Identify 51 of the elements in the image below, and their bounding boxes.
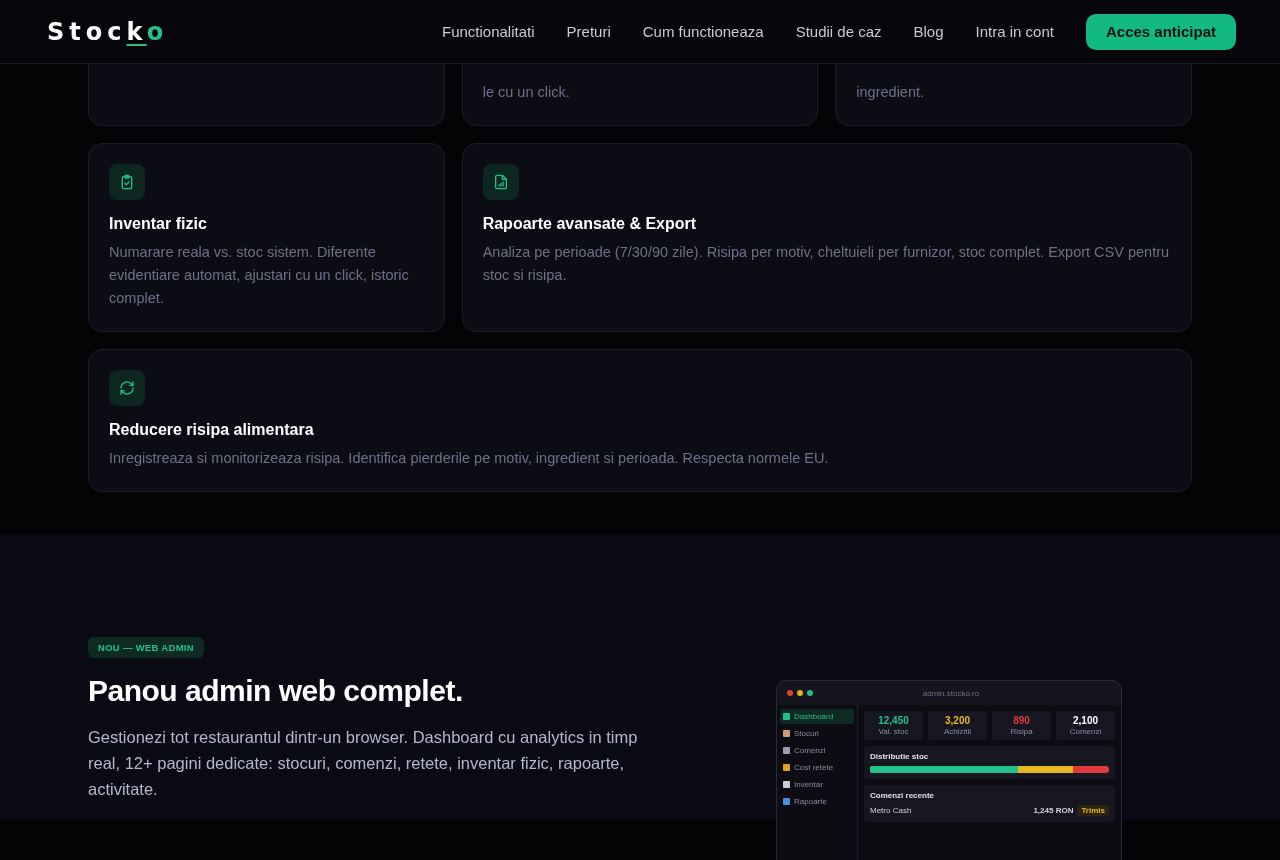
stat-value: 3,200: [945, 715, 970, 726]
feature-title: Inventar fizic: [109, 215, 208, 233]
feature-description: ingredient.: [856, 83, 926, 102]
feature-title: Rapoarte avansate & Export: [482, 215, 698, 233]
sidebar-label: Cost retete: [794, 763, 834, 772]
feature-description: le cu un click.: [482, 83, 571, 102]
sidebar-item[interactable]: Inventar: [780, 777, 854, 792]
stat-value: 2,100: [1073, 715, 1098, 726]
chart-document-icon: [492, 174, 509, 190]
stat-label: Comenzi: [1069, 727, 1102, 736]
window-dot-icon: [787, 690, 793, 696]
sidebar-item[interactable]: Cost retete: [780, 760, 854, 775]
sidebar-label: Comenzi: [794, 746, 826, 755]
nav-link[interactable]: Intra in cont: [975, 23, 1054, 40]
feature-description: Numarare reala vs. stoc sistem. Diferente evidentiare automat, ajustari cu un click, istoric complet.: [109, 243, 410, 308]
nav-link[interactable]: Studii de caz: [795, 23, 882, 40]
nav-link[interactable]: Blog: [913, 23, 944, 40]
order-amount: 1,245 RON: [1033, 806, 1074, 815]
feature-description: Analiza pe perioade (7/30/90 zile). Risipa per motiv, cheltuieli per furnizor, stoc complet. Export CSV pentru stoc si risipa.: [482, 243, 1171, 285]
sidebar-label: Stocuri: [794, 729, 819, 738]
url-text: admin.stocko.ro: [921, 688, 981, 698]
sidebar-item[interactable]: Dashboard: [780, 709, 854, 724]
status-badge: Trimis: [1077, 805, 1109, 816]
stat-label: Val. stoc: [878, 727, 909, 736]
section-description: Gestionezi tot restaurantul dintr-un browser. Dashboard cu analytics in timp real, 12+ pagini dedicate: stocuri, comenzi, retete, inventar fizic, rapoarte, activitate.: [88, 727, 639, 800]
sidebar-label: Inventar: [794, 780, 823, 789]
stat-label: Achizitii: [943, 727, 972, 736]
logo[interactable]: Stoc ko: [47, 17, 169, 46]
nav-link[interactable]: Preturi: [566, 23, 611, 40]
refresh-icon: [119, 380, 135, 396]
new-badge: NOU — WEB ADMIN: [88, 637, 204, 658]
clipboard-check-icon: [119, 174, 135, 190]
panel-title: Comenzi recente: [870, 791, 936, 800]
stat-label: Risipa: [1010, 727, 1033, 736]
section-title: Panou admin web complet.: [88, 674, 464, 708]
sidebar-item[interactable]: Stocuri: [780, 726, 854, 741]
stat-value: 890: [1013, 715, 1030, 726]
early-access-button[interactable]: Acces anticipat: [1085, 13, 1236, 50]
sidebar-label: Rapoarte: [794, 797, 827, 806]
feature-title: Reducere risipa alimentara: [109, 421, 315, 439]
stat-value: 12,450: [878, 715, 909, 726]
window-dot-icon: [797, 690, 803, 696]
sidebar-label: Dashboard: [794, 712, 834, 721]
window-dot-icon: [807, 690, 813, 696]
panel-title: Distributie stoc: [870, 752, 930, 761]
order-name: Metro Cash: [870, 806, 912, 815]
sidebar-item[interactable]: Comenzi: [780, 743, 854, 758]
sidebar-item[interactable]: Rapoarte: [780, 794, 854, 809]
nav-link[interactable]: Cum functioneaza: [642, 23, 764, 40]
feature-description: Inregistreaza si monitorizeaza risipa. Identifica pierderile pe motiv, ingredient si perioada. Respecta normele EU.: [109, 449, 830, 468]
nav-link[interactable]: Functionalitati: [442, 23, 535, 40]
